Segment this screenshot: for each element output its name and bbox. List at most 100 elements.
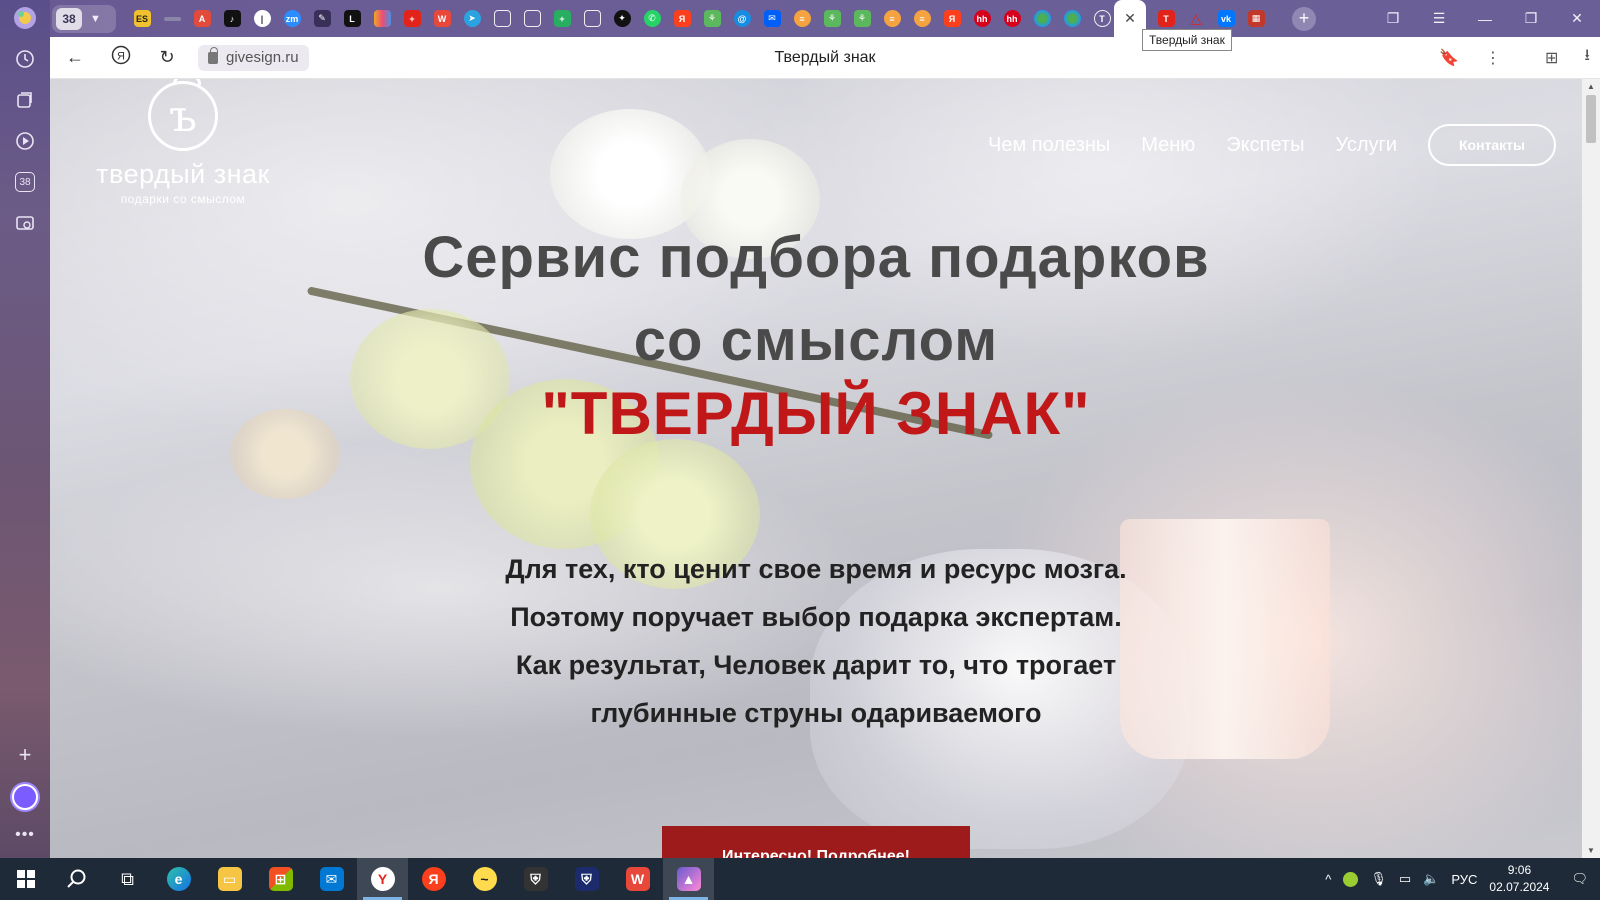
edge-icon[interactable]: e bbox=[153, 858, 204, 900]
tab-vk-icon[interactable]: vk bbox=[1214, 7, 1238, 31]
tab-t-red-icon[interactable]: T bbox=[1154, 7, 1178, 31]
bookmark-icon[interactable]: 🔖 bbox=[1439, 48, 1459, 68]
lock-icon[interactable] bbox=[208, 46, 218, 64]
yandex-browser-icon[interactable]: Y bbox=[357, 858, 408, 900]
tab-dots2-icon[interactable] bbox=[1060, 7, 1084, 31]
close-window-icon[interactable]: ✕ bbox=[1554, 10, 1600, 27]
yandex-home-icon[interactable]: Я bbox=[98, 45, 144, 70]
tab-es-icon[interactable]: ES bbox=[130, 7, 154, 31]
clock[interactable]: 9:06 02.07.2024 bbox=[1489, 862, 1549, 896]
site-logo[interactable]: ъ твердый знак подарки со смыслом bbox=[88, 79, 278, 206]
tab-t-circle-icon[interactable]: T bbox=[1090, 7, 1114, 31]
tab-leaf2-icon[interactable]: ⚘ bbox=[820, 7, 844, 31]
tab-circle-icon[interactable]: | bbox=[250, 7, 274, 31]
tray-app-icon[interactable] bbox=[1343, 871, 1359, 887]
collections-tab-icon[interactable]: ❐ bbox=[1370, 10, 1416, 27]
scrollbar-thumb[interactable] bbox=[1586, 95, 1596, 143]
yandex-icon[interactable]: Я bbox=[408, 858, 459, 900]
tab-color-icon[interactable] bbox=[370, 7, 394, 31]
start-windows-icon[interactable] bbox=[0, 858, 51, 900]
tab-plus-red-icon[interactable]: + bbox=[400, 7, 424, 31]
menu-icon[interactable]: ☰ bbox=[1416, 10, 1462, 27]
restore-icon[interactable]: ❐ bbox=[1508, 10, 1554, 27]
url-field[interactable]: givesign.ru bbox=[198, 44, 309, 71]
tab-triangle-icon[interactable]: △ bbox=[1184, 7, 1208, 31]
tab-mail-icon[interactable]: ✉ bbox=[760, 7, 784, 31]
tab-tiktok-icon[interactable]: ♪ bbox=[220, 7, 244, 31]
logo-hard-sign-icon: ъ bbox=[148, 79, 218, 151]
tab-burger-icon[interactable]: ≡ bbox=[790, 7, 814, 31]
close-tab-icon[interactable]: ✕ bbox=[1124, 10, 1136, 27]
nav-link-menu[interactable]: Меню bbox=[1141, 134, 1195, 157]
history-icon[interactable] bbox=[12, 46, 38, 72]
video-icon[interactable] bbox=[12, 128, 38, 154]
tab-at-icon[interactable]: @ bbox=[730, 7, 754, 31]
nav-link-benefits[interactable]: Чем полезны bbox=[988, 134, 1110, 157]
tab-burger2-icon[interactable]: ≡ bbox=[880, 7, 904, 31]
alice-assistant-icon[interactable] bbox=[12, 784, 38, 810]
scroll-up-icon[interactable]: ▲ bbox=[1582, 82, 1600, 91]
window-controls: ❐ ☰ — ❐ ✕ bbox=[1370, 0, 1600, 37]
tab-leaf-icon[interactable]: ⚘ bbox=[700, 7, 724, 31]
language-indicator[interactable]: РУС bbox=[1451, 872, 1477, 887]
file-explorer-icon[interactable]: ▭ bbox=[204, 858, 255, 900]
tab-doc2-icon[interactable] bbox=[520, 7, 544, 31]
tab-telegram-icon[interactable]: ➤ bbox=[460, 7, 484, 31]
tab-yandex-icon[interactable]: Я bbox=[670, 7, 694, 31]
network-icon[interactable]: ▭ bbox=[1399, 871, 1411, 887]
shield-blue-icon[interactable]: ⛨ bbox=[561, 858, 612, 900]
tray-chevron-up-icon[interactable]: ^ bbox=[1325, 872, 1331, 887]
more-options-icon[interactable]: ⋮ bbox=[1485, 48, 1501, 68]
nav-link-experts[interactable]: Экспеты bbox=[1226, 134, 1304, 157]
browser-logo-icon[interactable] bbox=[12, 5, 38, 31]
tab-doc-icon[interactable] bbox=[490, 7, 514, 31]
tab-leaf3-icon[interactable]: ⚘ bbox=[850, 7, 874, 31]
tab-whatsapp-icon[interactable]: ✆ bbox=[640, 7, 664, 31]
tab-dots-icon[interactable] bbox=[1030, 7, 1054, 31]
collections-icon[interactable] bbox=[12, 87, 38, 113]
tab-box-icon[interactable]: ▦ bbox=[1244, 7, 1268, 31]
scroll-down-icon[interactable]: ▼ bbox=[1582, 846, 1600, 855]
screenshot-icon[interactable] bbox=[12, 210, 38, 236]
app-yellow-icon[interactable]: ~ bbox=[459, 858, 510, 900]
tab-star-icon[interactable]: ✦ bbox=[610, 7, 634, 31]
tab-app-icon[interactable]: A bbox=[190, 7, 214, 31]
tab-dash-icon[interactable] bbox=[160, 7, 184, 31]
reader-icon[interactable]: ⊞ bbox=[1545, 48, 1558, 68]
tab-tooltip: Твердый знак bbox=[1142, 29, 1232, 51]
tab-w-icon[interactable]: W bbox=[430, 7, 454, 31]
tab-green-plus-icon[interactable]: + bbox=[550, 7, 574, 31]
page-scrollbar[interactable]: ▲ ▼ bbox=[1582, 79, 1600, 858]
task-view-icon[interactable]: ⧉ bbox=[102, 858, 153, 900]
tab-yandex2-icon[interactable]: Я bbox=[940, 7, 964, 31]
tab-l-icon[interactable]: L bbox=[340, 7, 364, 31]
download-icon[interactable]: ⭳ bbox=[1584, 44, 1590, 71]
shield-icon[interactable]: ⛨ bbox=[510, 858, 561, 900]
back-arrow-icon[interactable]: ← bbox=[52, 47, 98, 68]
mail-icon[interactable]: ✉ bbox=[306, 858, 357, 900]
add-panel-icon[interactable]: + bbox=[19, 742, 32, 768]
tab-hh-icon[interactable]: hh bbox=[970, 7, 994, 31]
new-tab-button[interactable]: + bbox=[1292, 6, 1316, 31]
contacts-button[interactable]: Контакты bbox=[1428, 124, 1556, 166]
store-icon[interactable]: ⊞ bbox=[255, 858, 306, 900]
microphone-icon[interactable]: 🎙 bbox=[1370, 871, 1387, 887]
tab-hh2-icon[interactable]: hh bbox=[1000, 7, 1024, 31]
learn-more-button[interactable]: Интересно! Подробнее! bbox=[662, 826, 970, 858]
tab-doc3-icon[interactable] bbox=[580, 7, 604, 31]
tab-pen-icon[interactable]: ✎ bbox=[310, 7, 334, 31]
more-icon[interactable]: ••• bbox=[15, 826, 35, 844]
tabs-counter-icon[interactable]: 38 bbox=[12, 169, 38, 195]
notifications-icon[interactable]: 🗨 bbox=[1571, 871, 1588, 887]
tab-group-button[interactable]: 38 ▼ bbox=[52, 4, 116, 33]
tab-zoom-icon[interactable]: zm bbox=[280, 7, 304, 31]
search-icon[interactable] bbox=[51, 858, 102, 900]
tab-burger3-icon[interactable]: ≡ bbox=[910, 7, 934, 31]
wps-office-icon[interactable]: W bbox=[612, 858, 663, 900]
photos-icon[interactable]: ▲ bbox=[663, 858, 714, 900]
hero-description: Для тех, кто ценит свое время и ресурс м… bbox=[50, 545, 1582, 737]
minimize-icon[interactable]: — bbox=[1462, 11, 1508, 27]
reload-icon[interactable]: ↻ bbox=[144, 47, 190, 68]
nav-link-services[interactable]: Услуги bbox=[1335, 134, 1397, 157]
volume-icon[interactable]: 🔈 bbox=[1423, 871, 1439, 887]
